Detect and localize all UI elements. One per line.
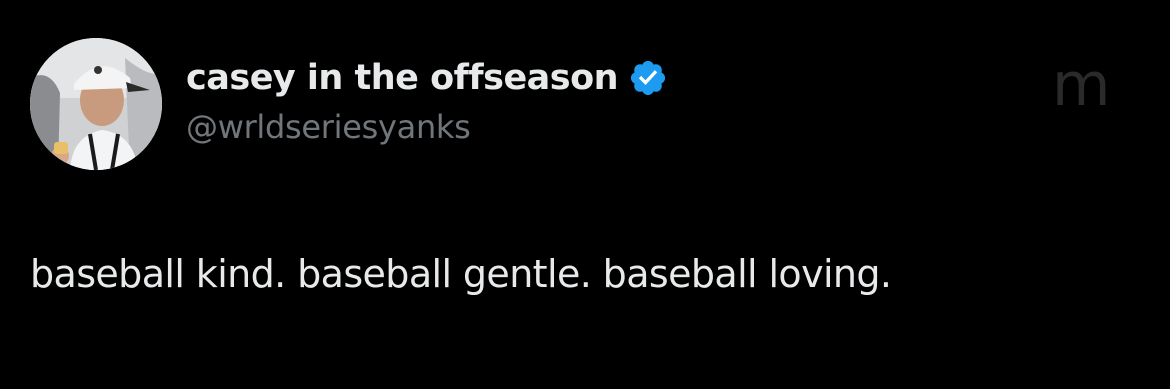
tweet-text: baseball kind. baseball gentle. baseball… <box>30 252 892 296</box>
watermark: m <box>1052 50 1111 120</box>
avatar[interactable] <box>30 38 162 170</box>
verified-badge-icon <box>628 58 668 98</box>
avatar-photo <box>30 38 162 170</box>
tweet-card: casey in the offseason @wrldseriesyanks … <box>0 0 1170 389</box>
author-display-name[interactable]: casey in the offseason <box>186 58 619 98</box>
author-name-row: casey in the offseason <box>186 54 668 102</box>
author-handle[interactable]: @wrldseriesyanks <box>186 108 471 146</box>
